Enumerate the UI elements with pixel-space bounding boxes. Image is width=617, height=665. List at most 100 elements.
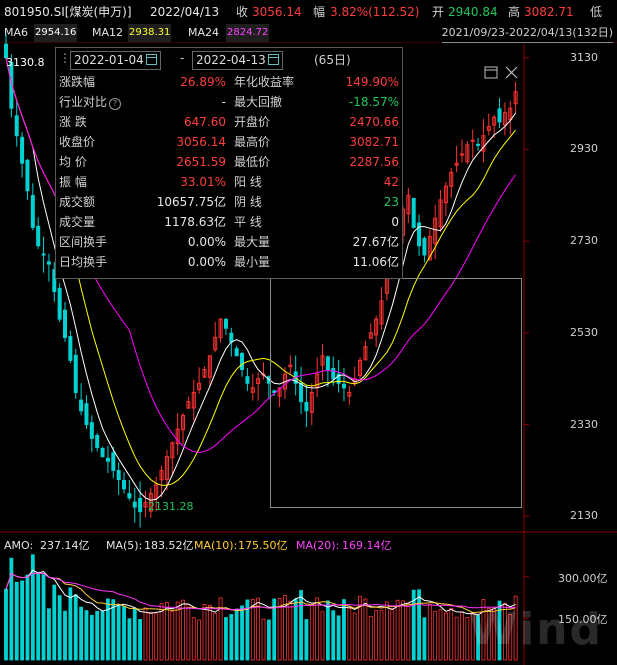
volume-bar — [14, 581, 19, 661]
end-date-picker[interactable]: 2022-04-13 — [192, 51, 283, 70]
maximize-icon[interactable] — [484, 66, 498, 79]
volume-bar — [41, 574, 46, 661]
min-price-marker: 2131.28 — [148, 500, 194, 513]
stat-value: 3082.71 — [349, 135, 399, 149]
amo-ma20-line — [5, 572, 516, 611]
candle-body — [459, 153, 464, 156]
stat-label: 最大回撤 — [234, 95, 283, 109]
candle-body — [73, 354, 78, 393]
stat-label: 成交量 — [59, 215, 96, 229]
stat-value: 10657.75亿 — [156, 195, 226, 209]
stat-value: 26.89% — [180, 75, 226, 89]
volume-bar — [68, 587, 73, 661]
volume-bar — [234, 608, 239, 661]
candle-body — [14, 115, 19, 137]
stat-value: -18.57% — [348, 95, 399, 109]
volume-bar — [84, 610, 89, 661]
volume-bar — [186, 603, 191, 661]
volume-bar — [443, 612, 448, 661]
volume-bar — [368, 615, 373, 661]
candle-body — [46, 261, 51, 265]
volume-bar — [427, 604, 432, 661]
volume-bar — [224, 617, 228, 661]
calendar-icon[interactable] — [267, 54, 279, 65]
stat-label: 涨跌幅 — [59, 75, 96, 89]
stat-value: 0.00% — [187, 255, 226, 269]
calendar-icon[interactable] — [145, 54, 157, 65]
stat-label: 开盘价 — [234, 115, 271, 129]
volume-tick-label: 300.00亿 — [558, 571, 608, 585]
volume-bar — [202, 604, 207, 661]
stat-label: 最高价 — [234, 135, 271, 149]
candle-body — [240, 352, 245, 371]
stat-value: 27.67亿 — [352, 235, 399, 249]
candle-body — [476, 143, 481, 146]
help-icon[interactable]: ? — [109, 98, 122, 110]
candle-body — [470, 139, 475, 142]
amo-ma10-line — [5, 572, 516, 613]
volume-bar — [395, 599, 400, 661]
volume-bar — [138, 619, 143, 661]
stat-label: 成交额 — [59, 195, 96, 209]
volume-bar — [299, 590, 303, 661]
stat-value: 3056.14 — [176, 135, 226, 149]
volume-bar — [191, 617, 196, 661]
amo-ma20-value: 169.14亿 — [342, 539, 392, 552]
price-tick-label: 3130 — [570, 50, 598, 64]
volume-bar — [20, 580, 24, 661]
volume-bar — [460, 611, 464, 661]
volume-bar — [207, 604, 212, 661]
volume-bar — [122, 606, 126, 661]
close-icon[interactable] — [505, 66, 518, 79]
volume-bar — [73, 594, 78, 661]
amo-ma5-value: 183.52亿 — [144, 539, 194, 552]
volume-bar — [363, 598, 368, 661]
stat-label: 最小量 — [234, 255, 271, 269]
end-date-text: 2022-04-13 — [196, 53, 266, 67]
candle-body — [132, 501, 137, 508]
volume-bar — [417, 589, 421, 661]
amo-ma10-label: MA(10): — [194, 539, 238, 552]
stat-value: 2287.56 — [349, 155, 399, 169]
volume-bar — [304, 619, 309, 661]
volume-bar — [4, 588, 8, 661]
volume-bar — [454, 616, 459, 661]
panel-header: ⋮ 2022-01-04 - 2022-04-13 (65日) — [56, 48, 402, 72]
start-date-picker[interactable]: 2022-01-04 — [70, 51, 161, 70]
candle-body — [20, 136, 25, 164]
max-price-marker: 3130.8 — [6, 56, 45, 69]
volume-bar — [320, 611, 325, 661]
volume-bar — [47, 608, 51, 661]
stat-label: 行业对比? — [59, 92, 122, 112]
date-separator: - — [180, 51, 185, 65]
volume-bar — [229, 614, 234, 661]
candle-body — [497, 108, 502, 123]
volume-bar — [57, 595, 62, 661]
stat-label: 区间换手 — [59, 235, 108, 249]
volume-bar — [384, 601, 389, 661]
candle-body — [95, 434, 100, 448]
stat-value: 42 — [383, 175, 399, 189]
stat-label: 平 线 — [234, 215, 262, 229]
start-date-text: 2022-01-04 — [74, 53, 144, 67]
volume-bar — [106, 598, 110, 661]
volume-bar — [127, 618, 132, 661]
volume-bar — [175, 601, 180, 661]
volume-bar — [95, 610, 100, 661]
candle-body — [63, 309, 68, 338]
range-selection-box[interactable] — [270, 278, 522, 508]
volume-bar — [438, 609, 443, 661]
volume-bar — [132, 608, 137, 661]
candle-body — [138, 497, 143, 513]
stat-label: 涨 跌 — [59, 115, 87, 129]
candle-body — [100, 447, 105, 458]
amo-label: AMO: — [4, 539, 34, 552]
candle-body — [41, 253, 46, 256]
volume-bar — [213, 612, 218, 661]
panel-window-controls — [484, 66, 518, 79]
stat-value: 33.01% — [180, 175, 226, 189]
candle-body — [127, 493, 132, 499]
price-tick-label: 2730 — [570, 234, 598, 248]
volume-bar — [401, 600, 405, 661]
amo-ma5-label: MA(5): — [106, 539, 143, 552]
